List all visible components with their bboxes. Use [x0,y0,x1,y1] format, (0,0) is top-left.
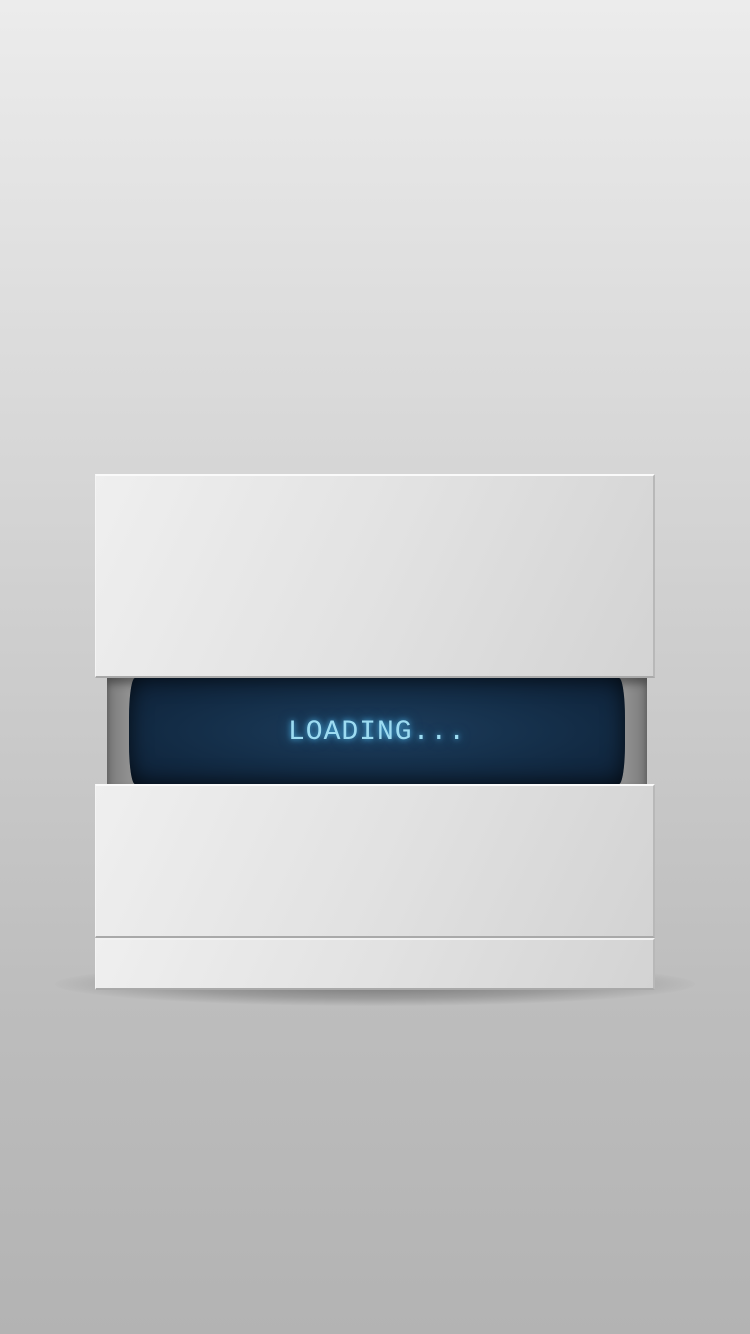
device-middle-panel [95,784,655,938]
loading-device: LOADING... [95,474,655,990]
device-top-panel [95,474,655,678]
loading-screen: LOADING... [129,678,625,784]
device-base-panel [95,938,655,990]
loading-text: LOADING... [287,717,467,748]
screen-frame: LOADING... [107,678,647,784]
